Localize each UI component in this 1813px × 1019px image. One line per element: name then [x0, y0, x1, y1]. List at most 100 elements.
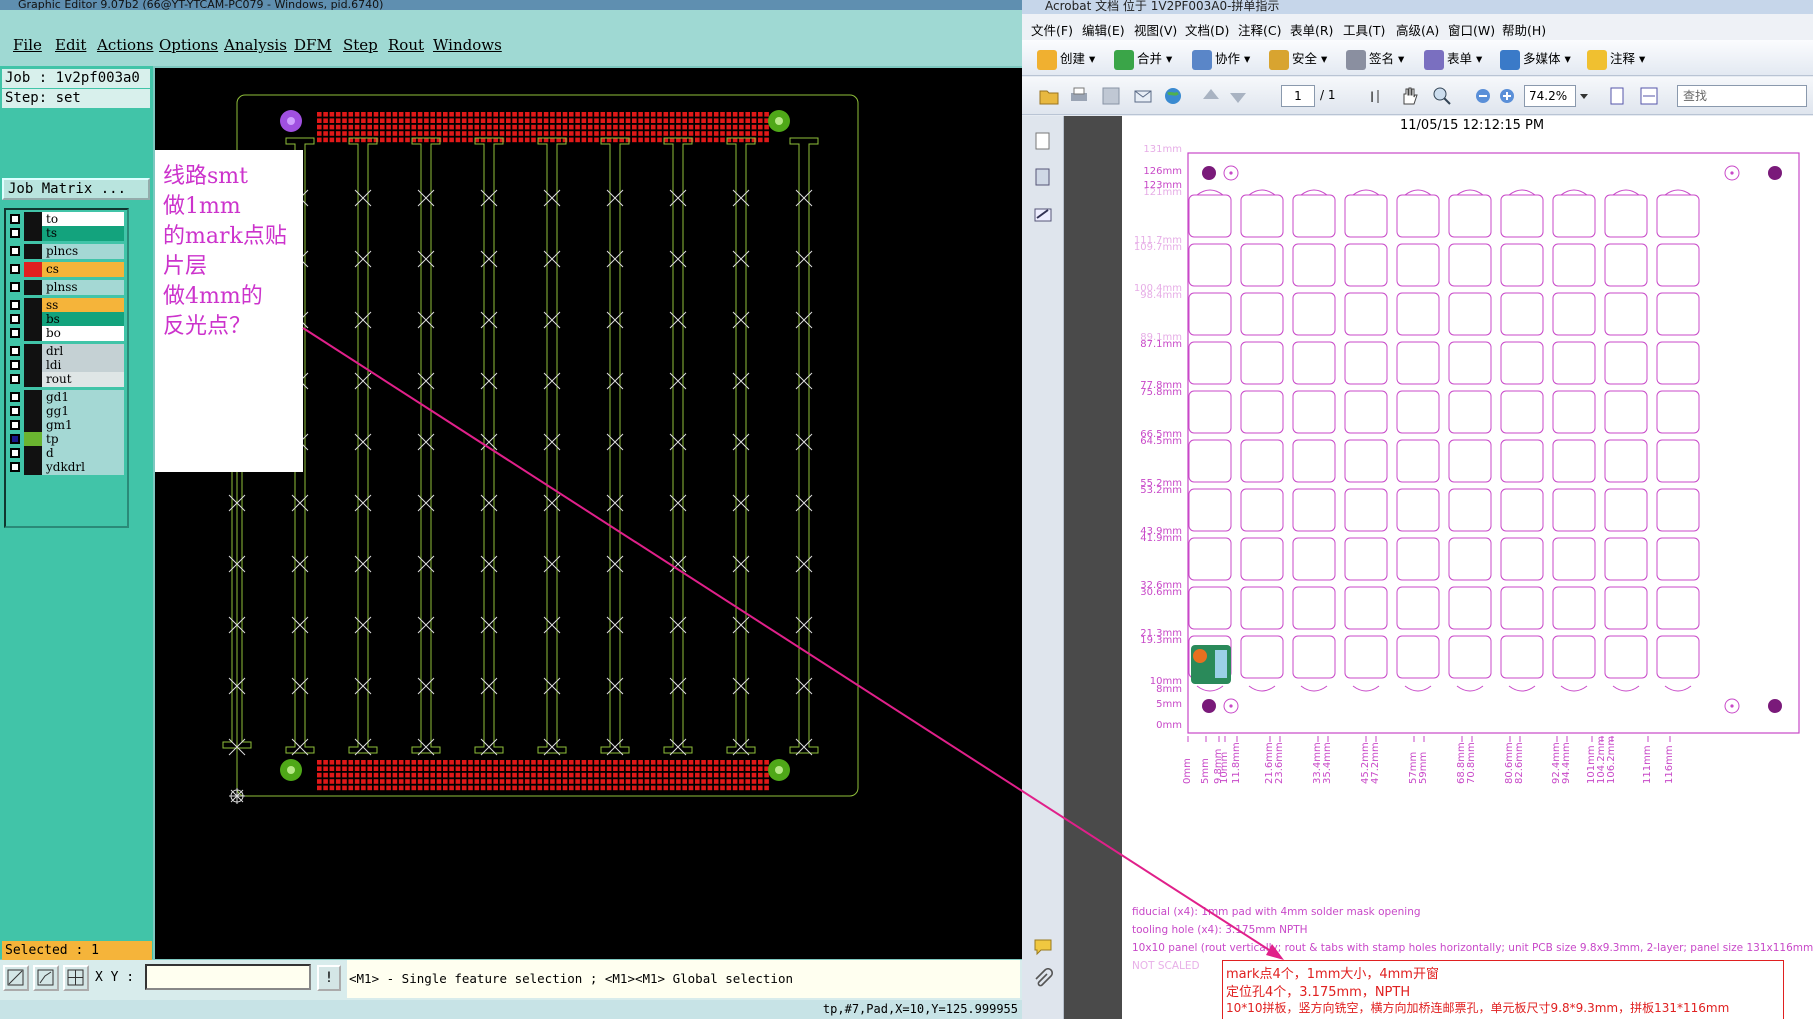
- smd-pad: [619, 760, 624, 765]
- layer-row-d[interactable]: d: [6, 446, 125, 461]
- menu-step[interactable]: Step: [343, 36, 378, 54]
- bookmarks-icon[interactable]: [1032, 166, 1054, 188]
- security-button[interactable]: 安全 ▾: [1269, 48, 1327, 70]
- layer-row-bs[interactable]: bs: [6, 312, 125, 327]
- smd-pad: [512, 131, 517, 136]
- menu-dfm[interactable]: DFM: [294, 36, 332, 54]
- zoom-in-icon[interactable]: [1496, 85, 1518, 107]
- zoom-tool-icon[interactable]: [1431, 85, 1453, 107]
- amenu-edit[interactable]: 编辑(E): [1082, 20, 1125, 39]
- layer-checkbox[interactable]: [10, 214, 20, 224]
- layer-checkbox[interactable]: [10, 282, 20, 292]
- layer-checkbox[interactable]: [10, 328, 20, 338]
- signatures-icon[interactable]: [1032, 204, 1054, 226]
- page-number-input[interactable]: 1: [1281, 85, 1315, 107]
- amenu-file[interactable]: 文件(F): [1031, 20, 1073, 39]
- print-icon[interactable]: [1068, 85, 1090, 107]
- combine-button[interactable]: 合并 ▾: [1114, 48, 1172, 70]
- zoom-out-icon[interactable]: [1472, 85, 1494, 107]
- menu-edit[interactable]: Edit: [55, 36, 86, 54]
- smd-pad: [398, 131, 404, 136]
- amenu-forms[interactable]: 表单(R): [1290, 20, 1333, 39]
- menu-file[interactable]: File: [13, 36, 42, 54]
- menu-actions[interactable]: Actions: [97, 36, 153, 54]
- layer-checkbox[interactable]: [10, 264, 20, 274]
- pages-icon[interactable]: [1032, 130, 1054, 152]
- layer-checkbox[interactable]: [10, 462, 20, 472]
- menu-rout[interactable]: Rout: [388, 36, 424, 54]
- layer-row-ss[interactable]: ss: [6, 298, 125, 313]
- smd-pad: [632, 766, 637, 771]
- amenu-help[interactable]: 帮助(H): [1502, 20, 1546, 39]
- layer-checkbox[interactable]: [10, 346, 20, 356]
- sign-button[interactable]: 签名 ▾: [1346, 48, 1404, 70]
- layer-row-ts[interactable]: ts: [6, 226, 125, 241]
- attachments-icon[interactable]: [1032, 968, 1054, 990]
- fit-width-icon[interactable]: [1638, 85, 1660, 107]
- layer-row-plncs[interactable]: plncs: [6, 244, 125, 259]
- zoom-area-button[interactable]: [3, 965, 29, 991]
- layer-checkbox[interactable]: [10, 228, 20, 238]
- xy-input[interactable]: [145, 964, 311, 990]
- web-icon[interactable]: [1162, 85, 1184, 107]
- menu-windows[interactable]: Windows: [433, 36, 502, 54]
- layer-row-tp[interactable]: tp: [6, 432, 125, 447]
- search-input[interactable]: 查找: [1677, 85, 1807, 107]
- comment-button[interactable]: 注释 ▾: [1587, 48, 1645, 70]
- layer-checkbox[interactable]: [10, 448, 20, 458]
- job-matrix-button[interactable]: Job Matrix ...: [2, 178, 150, 200]
- layer-checkbox[interactable]: [10, 406, 20, 416]
- layer-row-ydkdrl[interactable]: ydkdrl: [6, 460, 125, 475]
- open-folder-icon[interactable]: [1038, 85, 1060, 107]
- select-text-icon[interactable]: I: [1367, 85, 1389, 107]
- smd-pad: [417, 766, 423, 771]
- menu-options[interactable]: Options: [159, 36, 218, 54]
- forms-button[interactable]: 表单 ▾: [1424, 48, 1482, 70]
- unit-pcb: [1292, 439, 1336, 483]
- layer-row-to[interactable]: to: [6, 212, 125, 227]
- next-page-icon[interactable]: [1227, 85, 1249, 107]
- amenu-document[interactable]: 文档(D): [1185, 20, 1229, 39]
- amenu-tools[interactable]: 工具(T): [1343, 20, 1385, 39]
- fit-page-icon[interactable]: [1606, 85, 1628, 107]
- zoom-dropdown-icon[interactable]: [1578, 85, 1590, 107]
- smd-pad: [348, 772, 354, 778]
- create-button[interactable]: 创建 ▾: [1037, 48, 1095, 70]
- amenu-view[interactable]: 视图(V): [1134, 20, 1177, 39]
- collaborate-button[interactable]: 协作 ▾: [1192, 48, 1250, 70]
- layer-checkbox[interactable]: [10, 300, 20, 310]
- layer-checkbox[interactable]: [10, 246, 20, 256]
- layer-checkbox[interactable]: [10, 434, 20, 444]
- exclaim-button[interactable]: !: [317, 965, 341, 991]
- layer-row-bo[interactable]: bo: [6, 326, 125, 341]
- layer-row-gd1[interactable]: gd1: [6, 390, 125, 405]
- layer-row-gg1[interactable]: gg1: [6, 404, 125, 419]
- save-icon[interactable]: [1100, 85, 1122, 107]
- hand-tool-icon[interactable]: [1398, 85, 1420, 107]
- amenu-advanced[interactable]: 高级(A): [1396, 20, 1439, 39]
- layer-checkbox[interactable]: [10, 374, 20, 384]
- drill-mark: [606, 433, 624, 451]
- layer-checkbox[interactable]: [10, 314, 20, 324]
- comments-icon[interactable]: [1032, 936, 1054, 958]
- smd-pad: [732, 124, 738, 130]
- measure-button[interactable]: [33, 965, 59, 991]
- prev-page-icon[interactable]: [1200, 85, 1222, 107]
- layer-row-drl[interactable]: drl: [6, 344, 125, 359]
- email-icon[interactable]: [1132, 85, 1154, 107]
- amenu-window[interactable]: 窗口(W): [1448, 20, 1495, 39]
- zoom-level-input[interactable]: 74.2%: [1524, 85, 1576, 107]
- amenu-comment[interactable]: 注释(C): [1238, 20, 1281, 39]
- multimedia-button[interactable]: 多媒体 ▾: [1500, 48, 1571, 70]
- smd-pad: [707, 124, 713, 130]
- layer-row-cs[interactable]: cs: [6, 262, 125, 277]
- layer-row-gm1[interactable]: gm1: [6, 418, 125, 433]
- layer-row-plnss[interactable]: plnss: [6, 280, 125, 295]
- layer-checkbox[interactable]: [10, 392, 20, 402]
- menu-analysis[interactable]: Analysis: [224, 36, 287, 54]
- layer-checkbox[interactable]: [10, 420, 20, 430]
- layer-row-ldi[interactable]: ldi: [6, 358, 125, 373]
- layer-checkbox[interactable]: [10, 360, 20, 370]
- layer-row-rout[interactable]: rout: [6, 372, 125, 387]
- grid-button[interactable]: [63, 965, 89, 991]
